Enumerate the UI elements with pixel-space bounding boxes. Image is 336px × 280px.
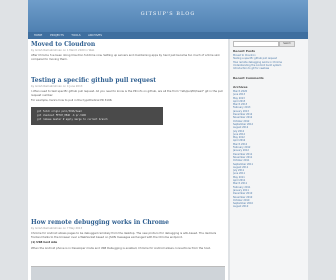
post-body: After Chrome I've been doing Cloudron fu… <box>31 53 220 61</box>
sidebar: Search Recent Posts Moved to Cloudron Te… <box>230 39 308 280</box>
recent-posts: Recent Posts Moved to Cloudron Testing a… <box>233 49 305 70</box>
recent-posts-heading: Recent Posts <box>233 49 256 53</box>
site-title[interactable]: GITSUP'S BLOG <box>28 11 308 17</box>
post-cloudron: Moved to Cloudron by Girish Ramakrishnan… <box>31 41 225 61</box>
search-button[interactable]: Search <box>279 41 295 47</box>
recent-posts-list: Moved to Cloudron Testing a specific git… <box>233 54 305 70</box>
post-meta: by Girish Ramakrishnan on 7 May 2013 <box>31 227 83 230</box>
recent-comments-heading: Recent Comments <box>233 76 264 80</box>
post-title[interactable]: Testing a specific github pull request <box>31 77 225 84</box>
post-image <box>31 266 225 280</box>
archives-list: March 2020 June 2013 May 2013 April 2013… <box>233 90 305 209</box>
post-github-pr: Testing a specific github pull request b… <box>31 77 225 125</box>
post-subheading: (1) USB host side <box>31 240 58 245</box>
nav-archives[interactable]: ARCHIVES <box>85 33 105 38</box>
nav-home[interactable]: HOME <box>31 33 45 38</box>
archives-heading: Archives <box>233 85 248 89</box>
main-content: Moved to Cloudron by Girish Ramakrishnan… <box>28 39 228 280</box>
nav-tools[interactable]: TOOLS <box>69 33 83 38</box>
post-body-example: For example, here's how to pull in the h… <box>31 98 113 103</box>
post-title[interactable]: How remote debugging works in Chrome <box>31 219 225 226</box>
post-meta: by Girish Ramakrishnan on 4 June 2013 <box>31 85 83 88</box>
post-remote-debugging: How remote debugging works in Chrome by … <box>31 219 225 250</box>
archives: Archives March 2020 June 2013 May 2013 A… <box>233 85 305 209</box>
site-header: GITSUP'S BLOG <box>28 0 308 32</box>
archive-link[interactable]: August 2010 <box>233 205 305 208</box>
post-body-continued: When the Android phone is in Developer m… <box>31 245 211 250</box>
post-title[interactable]: Moved to Cloudron <box>31 41 225 48</box>
code-line: git rebase master # apply merge to curre… <box>37 117 108 121</box>
code-block: git fetch origin pull/3196/head git chec… <box>31 106 163 125</box>
main-nav: HOME PROJECTS TOOLS ARCHIVES <box>28 32 308 39</box>
recent-comments: Recent Comments <box>233 76 305 80</box>
search-input[interactable] <box>233 41 279 47</box>
recent-post-link[interactable]: Introduction to git for newbies <box>233 67 305 70</box>
post-meta: by Girish Ramakrishnan on 1 March 2020 i… <box>31 49 95 52</box>
nav-projects[interactable]: PROJECTS <box>47 33 67 38</box>
post-body: I often need to test specific github pul… <box>31 89 223 97</box>
post-body: Chrome for Android allows pages to be de… <box>31 231 217 239</box>
